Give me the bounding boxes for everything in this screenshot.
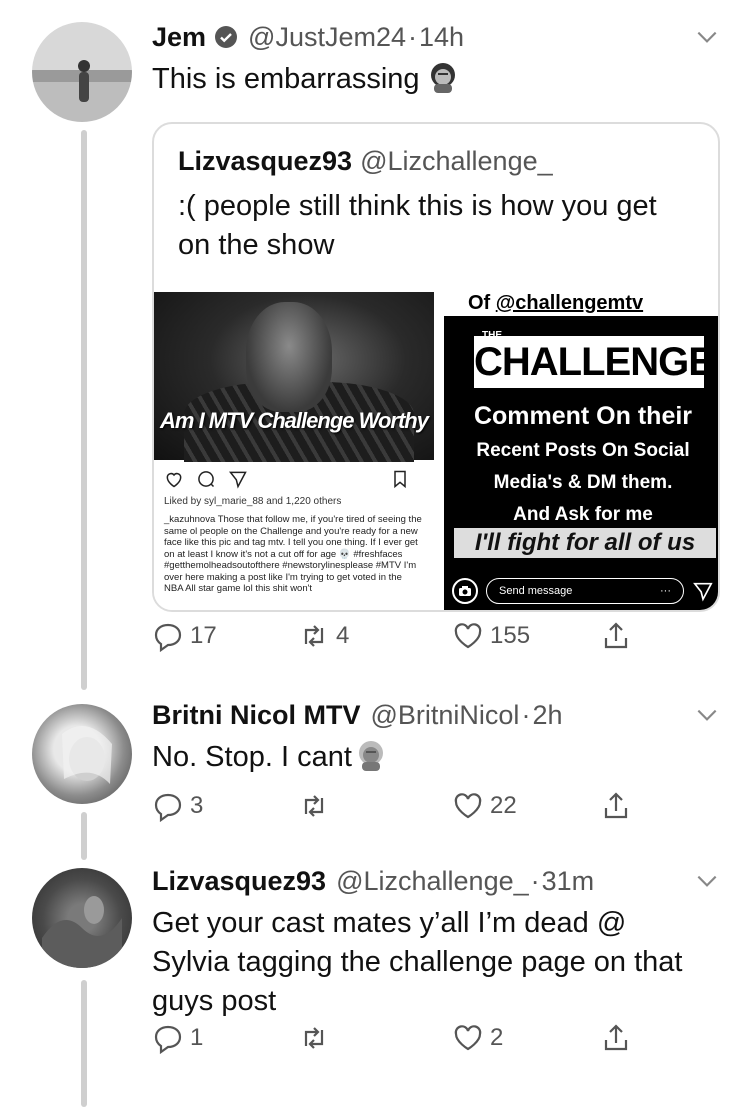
chevron-down-icon[interactable] xyxy=(694,702,720,728)
quoted-author-handle: @Lizchallenge_ xyxy=(360,146,553,176)
story-line: Recent Posts On Social xyxy=(476,440,690,461)
quoted-tweet-text: :( people still think this is how you ge… xyxy=(178,190,657,261)
author-handle[interactable]: @BritniNicol xyxy=(371,700,520,731)
more-icon: ··· xyxy=(660,585,671,597)
chevron-down-icon[interactable] xyxy=(694,24,720,50)
separator: · xyxy=(521,699,531,730)
reply-icon xyxy=(154,623,182,652)
avatar[interactable] xyxy=(32,22,132,122)
post-caption: _kazuhnova Those that follow me, if you'… xyxy=(164,514,422,594)
quoted-tweet[interactable]: Lizvasquez93 @Lizchallenge_ :( people sti… xyxy=(152,122,720,612)
tweet-text: Get your cast mates y’all I’m dead @ Syl… xyxy=(152,907,683,1017)
reply-count: 17 xyxy=(190,622,217,649)
challenge-logo: CHALLENGE xyxy=(474,336,715,388)
tweet-text: No. Stop. I cant xyxy=(152,741,352,773)
reply-button[interactable]: 3 xyxy=(152,790,203,822)
separator: · xyxy=(530,865,540,896)
facepalm-woman-emoji-icon xyxy=(358,741,383,771)
verified-badge-icon xyxy=(215,26,238,48)
like-button[interactable]: 22 xyxy=(452,790,517,822)
instagram-screenshot[interactable]: Am I MTV Challenge Worthy Liked by syl_m… xyxy=(154,292,434,610)
retweet-button[interactable]: 4 xyxy=(298,620,349,652)
author-handle[interactable]: @Lizchallenge_ xyxy=(336,866,529,897)
reply-count: 3 xyxy=(190,792,204,819)
reply-icon xyxy=(154,793,182,822)
separator: · xyxy=(408,21,418,52)
share-icon xyxy=(604,622,628,649)
reply-icon xyxy=(154,1025,182,1054)
facepalm-woman-emoji-icon xyxy=(430,63,455,93)
bookmark-icon xyxy=(394,470,406,489)
share-icon xyxy=(228,471,247,489)
like-count: 22 xyxy=(490,792,517,819)
story-line: Comment On their xyxy=(473,402,693,430)
like-count: 2 xyxy=(490,1024,504,1051)
like-count: 155 xyxy=(490,622,531,649)
heart-icon xyxy=(454,1025,482,1051)
author-name[interactable]: Britni Nicol MTV xyxy=(152,700,361,731)
author-handle[interactable]: @JustJem24 xyxy=(248,22,406,53)
thread-line xyxy=(81,980,87,1107)
story-line: Media's & DM them. xyxy=(493,472,673,493)
send-message-input: Send message ··· xyxy=(486,578,684,604)
author-name[interactable]: Lizvasquez93 xyxy=(152,866,326,897)
like-button[interactable]: 2 xyxy=(452,1022,503,1054)
share-icon xyxy=(604,792,628,819)
comment-icon xyxy=(198,471,215,488)
thread-line xyxy=(81,130,87,690)
share-icon xyxy=(604,1024,628,1051)
photo-caption: Am I MTV Challenge Worthy xyxy=(160,408,429,433)
send-icon xyxy=(693,582,713,602)
share-button[interactable] xyxy=(600,620,632,652)
story-top-text: Of @challengemtv xyxy=(444,292,718,316)
story-line: And Ask for me xyxy=(513,504,653,525)
retweet-icon xyxy=(304,795,324,817)
author-name[interactable]: Jem xyxy=(152,22,206,53)
share-button[interactable] xyxy=(600,1022,632,1054)
reply-button[interactable]: 1 xyxy=(152,1022,203,1054)
thread-line xyxy=(81,812,87,860)
retweet-icon xyxy=(304,1027,324,1049)
timestamp[interactable]: 31m xyxy=(542,866,595,897)
timestamp[interactable]: 14h xyxy=(419,22,464,53)
avatar[interactable] xyxy=(32,868,132,968)
retweet-button[interactable] xyxy=(298,790,336,822)
camera-icon xyxy=(452,578,478,604)
retweet-icon xyxy=(304,625,324,647)
quoted-media[interactable]: Am I MTV Challenge Worthy Liked by syl_m… xyxy=(154,292,718,610)
avatar[interactable] xyxy=(32,704,132,804)
story-highlight-line: I'll fight for all of us xyxy=(454,528,716,558)
share-button[interactable] xyxy=(600,790,632,822)
likes-line: Liked by syl_marie_88 and 1,220 others xyxy=(164,496,342,507)
reply-count: 1 xyxy=(190,1024,204,1051)
retweet-count: 4 xyxy=(336,622,350,649)
retweet-button[interactable] xyxy=(298,1022,336,1054)
chevron-down-icon[interactable] xyxy=(694,868,720,894)
reply-button[interactable]: 17 xyxy=(152,620,217,652)
tweet-text: This is embarrassing xyxy=(152,63,420,95)
heart-icon xyxy=(454,793,482,819)
heart-icon xyxy=(166,472,182,488)
heart-icon xyxy=(454,623,482,649)
like-button[interactable]: 155 xyxy=(452,620,530,652)
story-screenshot[interactable]: Of @challengemtv THE CHALLENGE Comment O… xyxy=(444,292,718,610)
post-photo: Am I MTV Challenge Worthy xyxy=(154,292,434,462)
quoted-author-name: Lizvasquez93 xyxy=(178,146,353,176)
timestamp[interactable]: 2h xyxy=(532,700,562,731)
